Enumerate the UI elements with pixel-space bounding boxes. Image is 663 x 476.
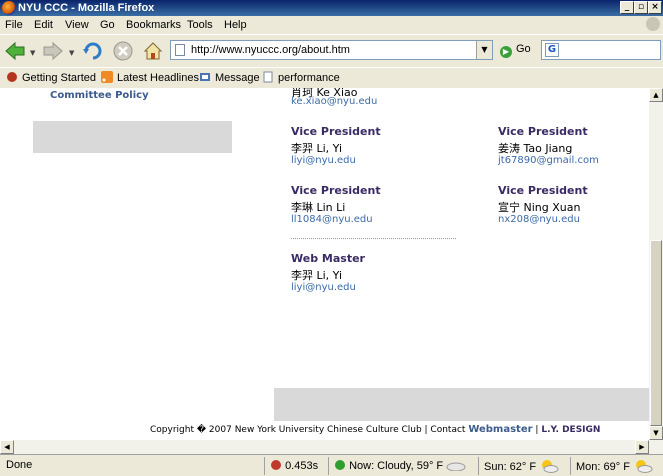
scroll-up-button[interactable]: ▲ bbox=[649, 88, 663, 102]
bookmark-getting-started[interactable]: Getting Started bbox=[6, 71, 96, 84]
webmaster-email[interactable]: liyi@nyu.edu bbox=[291, 282, 356, 293]
officer-email[interactable]: nx208@nyu.edu bbox=[498, 214, 580, 225]
officer-role: Vice President bbox=[498, 184, 588, 197]
status-separator bbox=[328, 457, 329, 475]
forward-history-dropdown-icon[interactable]: ▼ bbox=[69, 49, 74, 57]
webmaster-role: Web Master bbox=[291, 252, 365, 265]
url-bar[interactable]: http://www.nyuccc.org/about.htm ▼ bbox=[170, 40, 493, 60]
bookmarks-toolbar: Getting Started Latest Headlines Message… bbox=[0, 67, 663, 87]
rss-feed-icon bbox=[101, 71, 113, 83]
menu-bookmarks[interactable]: Bookmarks bbox=[126, 19, 181, 31]
go-arrow-icon: ▶ bbox=[500, 46, 512, 58]
bookmark-latest-headlines[interactable]: Latest Headlines bbox=[101, 71, 199, 84]
scroll-down-button[interactable]: ▼ bbox=[649, 426, 663, 440]
committee-policy-link[interactable]: Committee Policy bbox=[50, 90, 149, 101]
weather-mon[interactable]: Mon: 69° F bbox=[576, 459, 653, 473]
minimize-button[interactable]: _ bbox=[620, 1, 634, 14]
bookmark-label: Message bbox=[215, 72, 260, 84]
browser-window: NYU CCC - Mozilla Firefox _ ▫ × File Edi… bbox=[0, 0, 663, 476]
back-arrow-icon[interactable] bbox=[4, 40, 26, 62]
timing-text: 0.453s bbox=[285, 460, 319, 472]
bookmark-message[interactable]: Message bbox=[199, 71, 260, 84]
footer-gray-block bbox=[274, 388, 649, 421]
status-separator bbox=[478, 457, 479, 475]
firefox-logo-icon bbox=[2, 1, 16, 15]
officer-email[interactable]: ll1084@nyu.edu bbox=[291, 214, 373, 225]
go-button[interactable]: ▶ Go bbox=[500, 43, 531, 58]
bookmark-performance[interactable]: performance bbox=[262, 71, 340, 84]
message-icon bbox=[200, 73, 210, 81]
weather-sun[interactable]: Sun: 62° F bbox=[484, 459, 559, 473]
officer-role: Vice President bbox=[291, 125, 381, 138]
weather-sun-text: Sun: 62° F bbox=[484, 461, 537, 473]
weather-mon-text: Mon: 69° F bbox=[576, 461, 630, 473]
vertical-scroll-thumb[interactable] bbox=[650, 240, 662, 426]
window-title: NYU CCC - Mozilla Firefox bbox=[18, 2, 155, 14]
menu-view[interactable]: View bbox=[65, 19, 89, 31]
design-credit: L.Y. DESIGN bbox=[541, 425, 601, 435]
officer-name: 李羿 Li, Yi bbox=[291, 142, 343, 155]
go-label: Go bbox=[516, 43, 531, 55]
forward-arrow-icon[interactable] bbox=[42, 40, 64, 62]
throbber-icon bbox=[646, 17, 660, 31]
reload-icon[interactable] bbox=[82, 40, 104, 62]
partly-sunny-icon bbox=[635, 460, 653, 473]
url-text[interactable]: http://www.nyuccc.org/about.htm bbox=[191, 44, 350, 56]
weather-now-text: Now: Cloudy, 59° F bbox=[349, 460, 444, 472]
partly-sunny-icon bbox=[542, 460, 559, 473]
copyright-text: Copyright � 2007 New York University Chi… bbox=[150, 425, 466, 435]
bookmark-label: Getting Started bbox=[22, 72, 96, 84]
menu-bar: File Edit View Go Bookmarks Tools Help bbox=[0, 16, 663, 34]
officer-name: 姜涛 Tao Jiang bbox=[498, 142, 573, 155]
bookmark-label: Latest Headlines bbox=[117, 72, 199, 84]
menu-file[interactable]: File bbox=[5, 19, 23, 31]
timing-indicator: 0.453s bbox=[270, 459, 318, 472]
page-icon bbox=[263, 71, 273, 83]
getting-started-icon bbox=[7, 72, 17, 82]
bookmark-label: performance bbox=[278, 72, 340, 84]
status-separator bbox=[264, 457, 265, 475]
officer-name: 李琳 Lin Li bbox=[291, 201, 346, 214]
close-button[interactable]: × bbox=[648, 1, 662, 14]
status-bar: Done 0.453s Now: Cloudy, 59° F Sun: 62° … bbox=[0, 454, 663, 476]
horizontal-scrollbar[interactable] bbox=[0, 440, 663, 454]
copyright-footer: Copyright � 2007 New York University Chi… bbox=[150, 424, 600, 435]
url-dropdown-icon[interactable]: ▼ bbox=[476, 41, 492, 59]
title-bar: NYU CCC - Mozilla Firefox _ ▫ × bbox=[0, 0, 663, 16]
officer-email-partial[interactable]: ke.xiao@nyu.edu bbox=[291, 96, 377, 107]
menu-tools[interactable]: Tools bbox=[187, 19, 213, 31]
scroll-right-button[interactable]: ▶ bbox=[635, 440, 649, 454]
webmaster-link[interactable]: Webmaster bbox=[468, 424, 532, 435]
officer-email[interactable]: jt67890@gmail.com bbox=[498, 155, 599, 166]
status-text: Done bbox=[6, 459, 33, 471]
officer-role: Vice President bbox=[291, 184, 381, 197]
officer-email[interactable]: liyi@nyu.edu bbox=[291, 155, 356, 166]
maximize-button[interactable]: ▫ bbox=[634, 1, 648, 14]
weather-now[interactable]: Now: Cloudy, 59° F bbox=[334, 459, 466, 472]
back-history-dropdown-icon[interactable]: ▼ bbox=[30, 49, 35, 57]
home-icon[interactable] bbox=[142, 40, 164, 62]
status-ok-icon bbox=[335, 460, 345, 470]
officer-role: Vice President bbox=[498, 125, 588, 138]
section-divider bbox=[291, 238, 456, 239]
officer-name: 宣宁 Ning Xuan bbox=[498, 201, 581, 214]
firebug-icon bbox=[271, 460, 281, 470]
scroll-left-button[interactable]: ◀ bbox=[0, 440, 14, 454]
cloud-icon bbox=[446, 462, 466, 472]
menu-edit[interactable]: Edit bbox=[34, 19, 53, 31]
sidebar-gray-block bbox=[33, 121, 232, 153]
page-icon bbox=[175, 44, 185, 56]
webmaster-name: 李羿 Li, Yi bbox=[291, 269, 343, 282]
menu-go[interactable]: Go bbox=[100, 19, 115, 31]
menu-help[interactable]: Help bbox=[224, 19, 247, 31]
page-content: Committee Policy 肖珂 Ke Xiao ke.xiao@nyu.… bbox=[0, 88, 649, 440]
footer-separator: | bbox=[535, 425, 539, 435]
status-separator bbox=[570, 457, 571, 475]
google-search-icon[interactable]: G bbox=[545, 43, 559, 57]
stop-icon[interactable] bbox=[112, 40, 134, 62]
search-input[interactable]: G bbox=[541, 40, 661, 60]
